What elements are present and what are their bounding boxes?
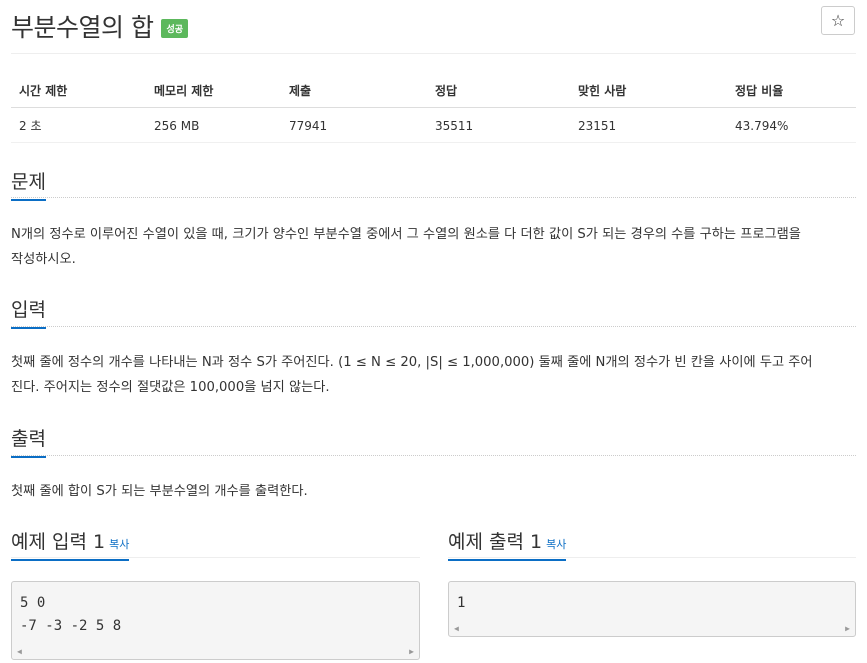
example-input-content: 5 0 -7 -3 -2 5 8 [20,595,122,634]
output-line-1: 첫째 줄에 합이 S가 되는 부분수열의 개수를 출력한다. [11,484,308,499]
title-divider [11,53,856,54]
scroll-left-icon[interactable]: ◀ [454,624,459,633]
table-row: 2 초 256 MB 77941 35511 23151 43.794% [11,107,856,143]
star-icon: ☆ [830,11,846,30]
value-accept-ratio: 43.794% [727,107,856,143]
description-heading-label: 문제 [11,167,46,201]
value-memory-limit: 256 MB [146,107,281,143]
table-header-row: 시간 제한 메모리 제한 제출 정답 맞힌 사람 정답 비율 [11,76,856,108]
example-output-heading: 예제 출력 1 복사 [448,527,567,561]
header-memory-limit: 메모리 제한 [146,76,281,108]
page-title: 부분수열의 합 [11,13,154,42]
input-line-1: 첫째 줄에 정수의 개수를 나타내는 N과 정수 S가 주어진다. (1 ≤ N… [11,355,813,370]
example-output-divider [448,557,856,558]
description-line-1: N개의 정수로 이루어진 수열이 있을 때, 크기가 양수인 부분수열 중에서 … [11,227,801,242]
star-button[interactable]: ☆ [821,6,855,35]
output-text: 첫째 줄에 합이 S가 되는 부분수열의 개수를 출력한다. [11,479,861,504]
input-divider [11,326,856,327]
scroll-right-icon[interactable]: ▶ [845,624,850,633]
input-heading-label: 입력 [11,295,46,329]
example-output-box[interactable]: 1 ◀ ▶ [448,581,856,637]
description-line-2: 작성하시오. [11,252,76,267]
example-input-title: 예제 입력 1 [11,531,106,553]
description-heading: 문제 [11,167,46,201]
value-time-limit: 2 초 [11,107,146,143]
title-row: 부분수열의 합 성공 [11,6,189,46]
input-text: 첫째 줄에 정수의 개수를 나타내는 N과 정수 S가 주어진다. (1 ≤ N… [11,350,861,400]
output-divider [11,455,856,456]
status-badge[interactable]: 성공 [161,18,189,38]
scroll-left-icon[interactable]: ◀ [17,647,22,656]
header-solvers: 맞힌 사람 [570,76,727,108]
example-input-divider [11,557,420,558]
header-accept-ratio: 정답 비율 [727,76,856,108]
example-output-content: 1 [457,595,466,611]
header-accepted: 정답 [427,76,570,108]
copy-output-button[interactable]: 복사 [546,538,566,551]
example-input-box[interactable]: 5 0 -7 -3 -2 5 8 ◀ ▶ [11,581,420,660]
description-divider [11,197,856,198]
header-submissions: 제출 [281,76,427,108]
value-submissions[interactable]: 77941 [281,107,427,143]
output-heading: 출력 [11,424,46,458]
problem-info-table: 시간 제한 메모리 제한 제출 정답 맞힌 사람 정답 비율 2 초 256 M… [11,76,856,143]
input-line-2: 진다. 주어지는 정수의 절댓값은 100,000을 넘지 않는다. [11,380,330,395]
copy-input-button[interactable]: 복사 [109,538,129,551]
output-heading-label: 출력 [11,424,46,458]
input-heading: 입력 [11,295,46,329]
value-solvers[interactable]: 23151 [570,107,727,143]
header-time-limit: 시간 제한 [11,76,146,108]
example-input-heading: 예제 입력 1 복사 [11,527,130,561]
scroll-right-icon[interactable]: ▶ [409,647,414,656]
example-output-title: 예제 출력 1 [448,531,543,553]
value-accepted: 35511 [427,107,570,143]
description-text: N개의 정수로 이루어진 수열이 있을 때, 크기가 양수인 부분수열 중에서 … [11,222,861,272]
